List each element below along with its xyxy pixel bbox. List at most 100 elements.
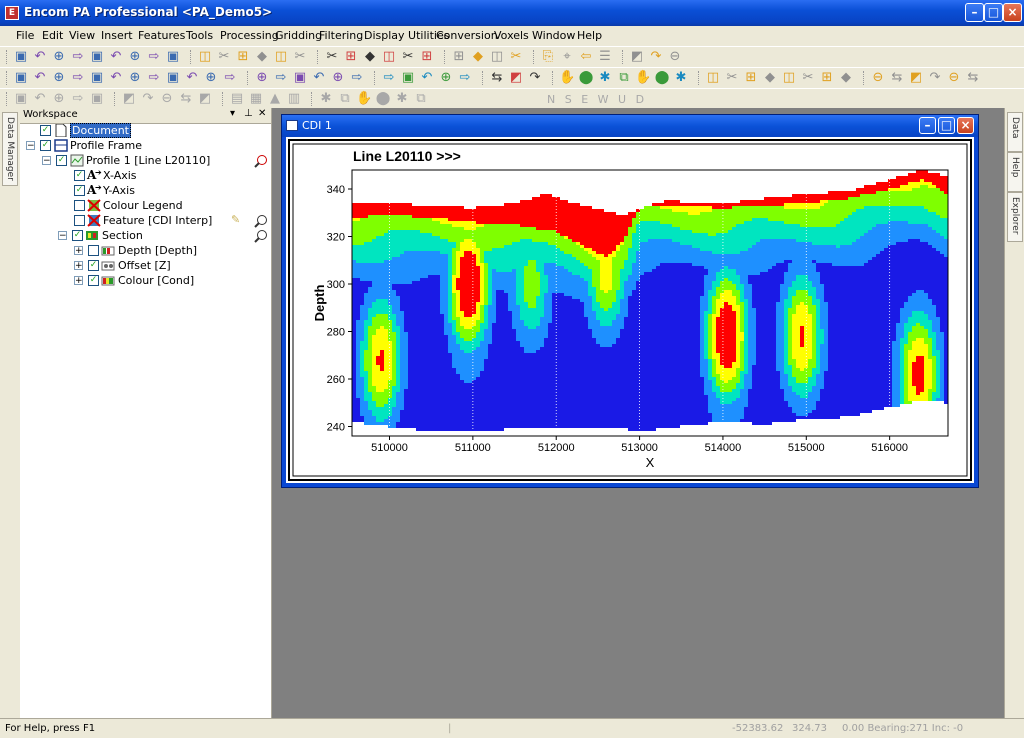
toolbar-button-icon[interactable]: ✱ [673, 71, 689, 85]
toolbar-button-icon[interactable]: ✱ [597, 71, 613, 85]
toolbar-button-icon[interactable]: ✂ [724, 71, 740, 85]
toolbar-button-icon[interactable]: ◩ [629, 50, 645, 64]
toolbar-button-icon[interactable]: ✂ [508, 50, 524, 64]
toolbar-button-icon[interactable]: ⊕ [330, 71, 346, 85]
toolbar-button-icon[interactable]: ↶ [419, 71, 435, 85]
toolbar-button-icon[interactable]: ⊕ [51, 50, 67, 64]
toolbar-button-icon[interactable]: ◆ [362, 50, 378, 64]
feature-checkbox[interactable] [74, 215, 85, 226]
depth-checkbox[interactable] [88, 245, 99, 256]
toolbar-button-icon[interactable]: ⊞ [451, 50, 467, 64]
tab-data[interactable]: Data [1007, 112, 1023, 152]
toolbar-button-icon[interactable]: ✂ [800, 71, 816, 85]
toolbar-button-icon[interactable]: ☰ [597, 50, 613, 64]
toolbar-button-icon[interactable]: ▣ [400, 71, 416, 85]
collapse-icon[interactable]: − [42, 156, 51, 165]
child-minimize-button[interactable]: – [919, 117, 936, 134]
tab-data-manager[interactable]: Data Manager [2, 112, 18, 186]
toolbar-button-icon[interactable]: ⌖ [559, 50, 575, 64]
toolbar-button-icon[interactable]: ↶ [108, 71, 124, 85]
toolbar-button-icon[interactable]: ⧉ [413, 92, 429, 106]
menu-processing[interactable]: Processing [220, 29, 279, 42]
toolbar-button-icon[interactable]: ↶ [311, 71, 327, 85]
toolbar-button-icon[interactable]: ⊕ [51, 71, 67, 85]
toolbar-button-icon[interactable]: ⇨ [273, 71, 289, 85]
toolbar-button-icon[interactable]: ⇨ [381, 71, 397, 85]
toolbar-button-icon[interactable]: ⇦ [578, 50, 594, 64]
toolbar-button-icon[interactable]: ↷ [527, 71, 543, 85]
toolbar-button-icon[interactable]: ↶ [32, 92, 48, 106]
menu-file[interactable]: File [16, 29, 34, 42]
toolbar-button-icon[interactable]: ✋ [356, 92, 372, 106]
toolbar-button-icon[interactable]: ▣ [165, 71, 181, 85]
toolbar-button-icon[interactable]: ⇆ [489, 71, 505, 85]
toolbar-button-icon[interactable]: ◫ [197, 50, 213, 64]
toolbar-button-icon[interactable]: ⇨ [70, 50, 86, 64]
toolbar-button-icon[interactable]: ▣ [89, 92, 105, 106]
menu-voxels[interactable]: Voxels [494, 29, 529, 42]
toolbar-button-icon[interactable]: ⇆ [889, 71, 905, 85]
menu-filtering[interactable]: Filtering [319, 29, 363, 42]
toolbar-grip[interactable] [698, 71, 702, 85]
close-icon[interactable]: ✕ [258, 108, 266, 119]
toolbar-button-icon[interactable]: ◩ [197, 92, 213, 106]
cdi-window-title-bar[interactable]: CDI 1 – □ × [282, 115, 978, 137]
minimize-button[interactable]: – [965, 3, 984, 22]
dropdown-icon[interactable]: ▾ [230, 108, 235, 119]
toolbar-button-icon[interactable]: ▣ [292, 71, 308, 85]
child-maximize-button[interactable]: □ [938, 117, 955, 134]
cdi-section-plot[interactable]: Line L20110 >>> 510000511000512000513000… [286, 137, 974, 483]
toolbar-button-icon[interactable]: ⎘ [540, 50, 556, 64]
toolbar-button-icon[interactable]: ↷ [140, 92, 156, 106]
app-icon[interactable]: E [5, 6, 19, 20]
magnifier-icon[interactable] [254, 214, 268, 228]
profile-checkbox[interactable]: ✓ [56, 155, 67, 166]
y-axis-checkbox[interactable]: ✓ [74, 185, 85, 196]
toolbar-grip[interactable] [374, 71, 378, 85]
toolbar-button-icon[interactable]: ◫ [273, 50, 289, 64]
section-checkbox[interactable]: ✓ [72, 230, 83, 241]
direction-buttons-label[interactable]: N S E W U D [547, 93, 647, 106]
toolbar-grip[interactable] [482, 71, 486, 85]
toolbar-button-icon[interactable]: ⊖ [667, 50, 683, 64]
pin-icon[interactable]: ⊥ [244, 108, 253, 119]
toolbar-grip[interactable] [6, 92, 10, 106]
window-icon[interactable] [286, 120, 298, 131]
menu-gridding[interactable]: Gridding [275, 29, 322, 42]
toolbar-button-icon[interactable]: ▲ [267, 92, 283, 106]
toolbar-button-icon[interactable]: ◆ [838, 71, 854, 85]
toolbar-button-icon[interactable]: ⊕ [51, 92, 67, 106]
toolbar-grip[interactable] [190, 50, 194, 64]
toolbar-button-icon[interactable]: ⇆ [178, 92, 194, 106]
toolbar-button-icon[interactable]: ⬤ [578, 71, 594, 85]
toolbar-button-icon[interactable]: ◫ [489, 50, 505, 64]
toolbar-button-icon[interactable]: ⊞ [819, 71, 835, 85]
offset-checkbox[interactable]: ✓ [88, 260, 99, 271]
toolbar-button-icon[interactable]: ▣ [13, 71, 29, 85]
tree-item-profile-1[interactable]: − ✓ Profile 1 [Line L20110] [42, 154, 270, 169]
toolbar-button-icon[interactable]: ⬤ [375, 92, 391, 106]
collapse-icon[interactable]: − [58, 231, 67, 240]
menu-insert[interactable]: Insert [101, 29, 133, 42]
toolbar-button-icon[interactable]: ◆ [470, 50, 486, 64]
toolbar-button-icon[interactable]: ↶ [184, 71, 200, 85]
toolbar-grip[interactable] [311, 92, 315, 106]
menu-edit[interactable]: Edit [42, 29, 63, 42]
toolbar-button-icon[interactable]: ⊖ [870, 71, 886, 85]
menu-tools[interactable]: Tools [186, 29, 213, 42]
toolbar-button-icon[interactable]: ↶ [32, 71, 48, 85]
toolbar-button-icon[interactable]: ▣ [89, 71, 105, 85]
tree-item-section[interactable]: − ✓ Section [58, 229, 270, 244]
toolbar-button-icon[interactable]: ▣ [165, 50, 181, 64]
menu-view[interactable]: View [69, 29, 95, 42]
toolbar-button-icon[interactable]: ⊞ [419, 50, 435, 64]
toolbar-grip[interactable] [6, 50, 10, 64]
menu-help[interactable]: Help [577, 29, 602, 42]
toolbar-button-icon[interactable]: ↷ [648, 50, 664, 64]
toolbar-grip[interactable] [222, 92, 226, 106]
toolbar-button-icon[interactable]: ↶ [108, 50, 124, 64]
toolbar-button-icon[interactable]: ↷ [927, 71, 943, 85]
x-axis-checkbox[interactable]: ✓ [74, 170, 85, 181]
toolbar-button-icon[interactable]: ⧉ [337, 92, 353, 106]
toolbar-button-icon[interactable]: ◫ [781, 71, 797, 85]
